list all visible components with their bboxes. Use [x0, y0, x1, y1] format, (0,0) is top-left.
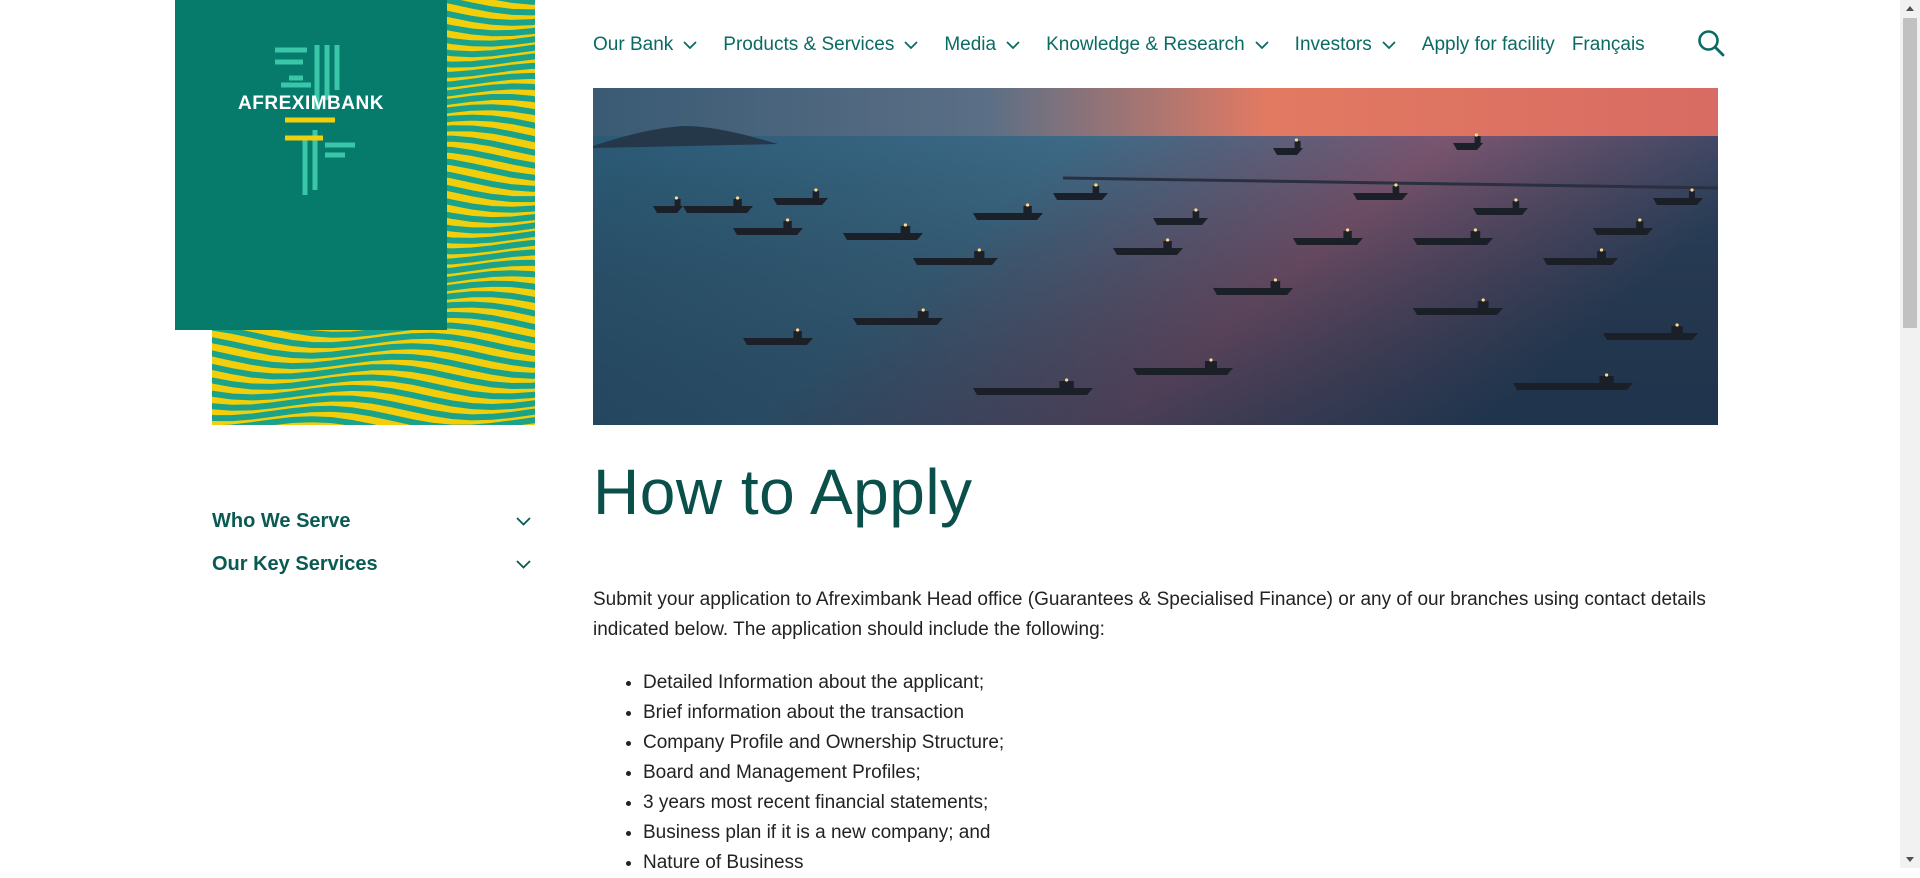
scroll-down-arrow-icon[interactable] [1900, 851, 1920, 868]
chevron-down-icon [1382, 40, 1396, 49]
chevron-down-icon [683, 40, 697, 49]
scrollbar-thumb[interactable] [1903, 18, 1917, 328]
nav-investors[interactable]: Investors [1295, 34, 1396, 56]
nav-media[interactable]: Media [944, 34, 1020, 56]
list-item: Board and Management Profiles; [643, 758, 1004, 788]
nav-label: Media [944, 34, 997, 55]
nav-apply-for-facility[interactable]: Apply for facility [1422, 34, 1555, 56]
nav-label: Our Bank [593, 34, 674, 55]
logo-mark-icon [275, 45, 355, 195]
search-icon [1698, 30, 1725, 57]
list-item: Detailed Information about the applicant… [643, 668, 1004, 698]
logo-wordmark: AFREXIMBANK [238, 93, 384, 114]
nav-label: Français [1571, 34, 1645, 55]
list-item: Company Profile and Ownership Structure; [643, 728, 1004, 758]
nav-language-francais[interactable]: Français [1572, 34, 1645, 56]
sidebar-item-label: Who We Serve [212, 510, 351, 532]
list-item: 3 years most recent financial statements… [643, 788, 1004, 818]
sidebar-item-our-key-services[interactable]: Our Key Services [212, 543, 535, 586]
nav-label: Products & Services [723, 34, 895, 55]
page-title: How to Apply [593, 456, 973, 528]
chevron-down-icon [516, 517, 531, 526]
sidebar-item-who-we-serve[interactable]: Who We Serve [212, 500, 535, 543]
list-item: Business plan if it is a new company; an… [643, 818, 1004, 848]
nav-label: Investors [1294, 34, 1372, 55]
nav-knowledge-research[interactable]: Knowledge & Research [1046, 34, 1269, 56]
page-scrollbar[interactable] [1900, 0, 1920, 868]
scroll-up-arrow-icon[interactable] [1900, 0, 1920, 17]
intro-paragraph: Submit your application to Afreximbank H… [593, 589, 1706, 640]
list-item: Brief information about the transaction [643, 698, 1004, 728]
search-button[interactable] [1697, 29, 1725, 57]
chevron-down-icon [904, 40, 918, 49]
nav-label: Apply for facility [1421, 34, 1555, 55]
chevron-down-icon [516, 560, 531, 569]
nav-our-bank[interactable]: Our Bank [593, 34, 697, 56]
list-item: Nature of Business [643, 848, 1004, 878]
nav-products-services[interactable]: Products & Services [723, 34, 918, 56]
hero-image [593, 88, 1718, 425]
logo[interactable]: AFREXIMBANK [175, 0, 447, 330]
chevron-down-icon [1255, 40, 1269, 49]
main-navigation: Our Bank Products & Services Media Knowl… [593, 30, 1662, 60]
sidebar-item-label: Our Key Services [212, 553, 378, 575]
nav-label: Knowledge & Research [1046, 34, 1245, 55]
brand-block: AFREXIMBANK [175, 0, 535, 425]
requirements-list: Detailed Information about the applicant… [593, 668, 1004, 878]
chevron-down-icon [1006, 40, 1020, 49]
sidebar: Who We Serve Our Key Services [212, 500, 535, 586]
